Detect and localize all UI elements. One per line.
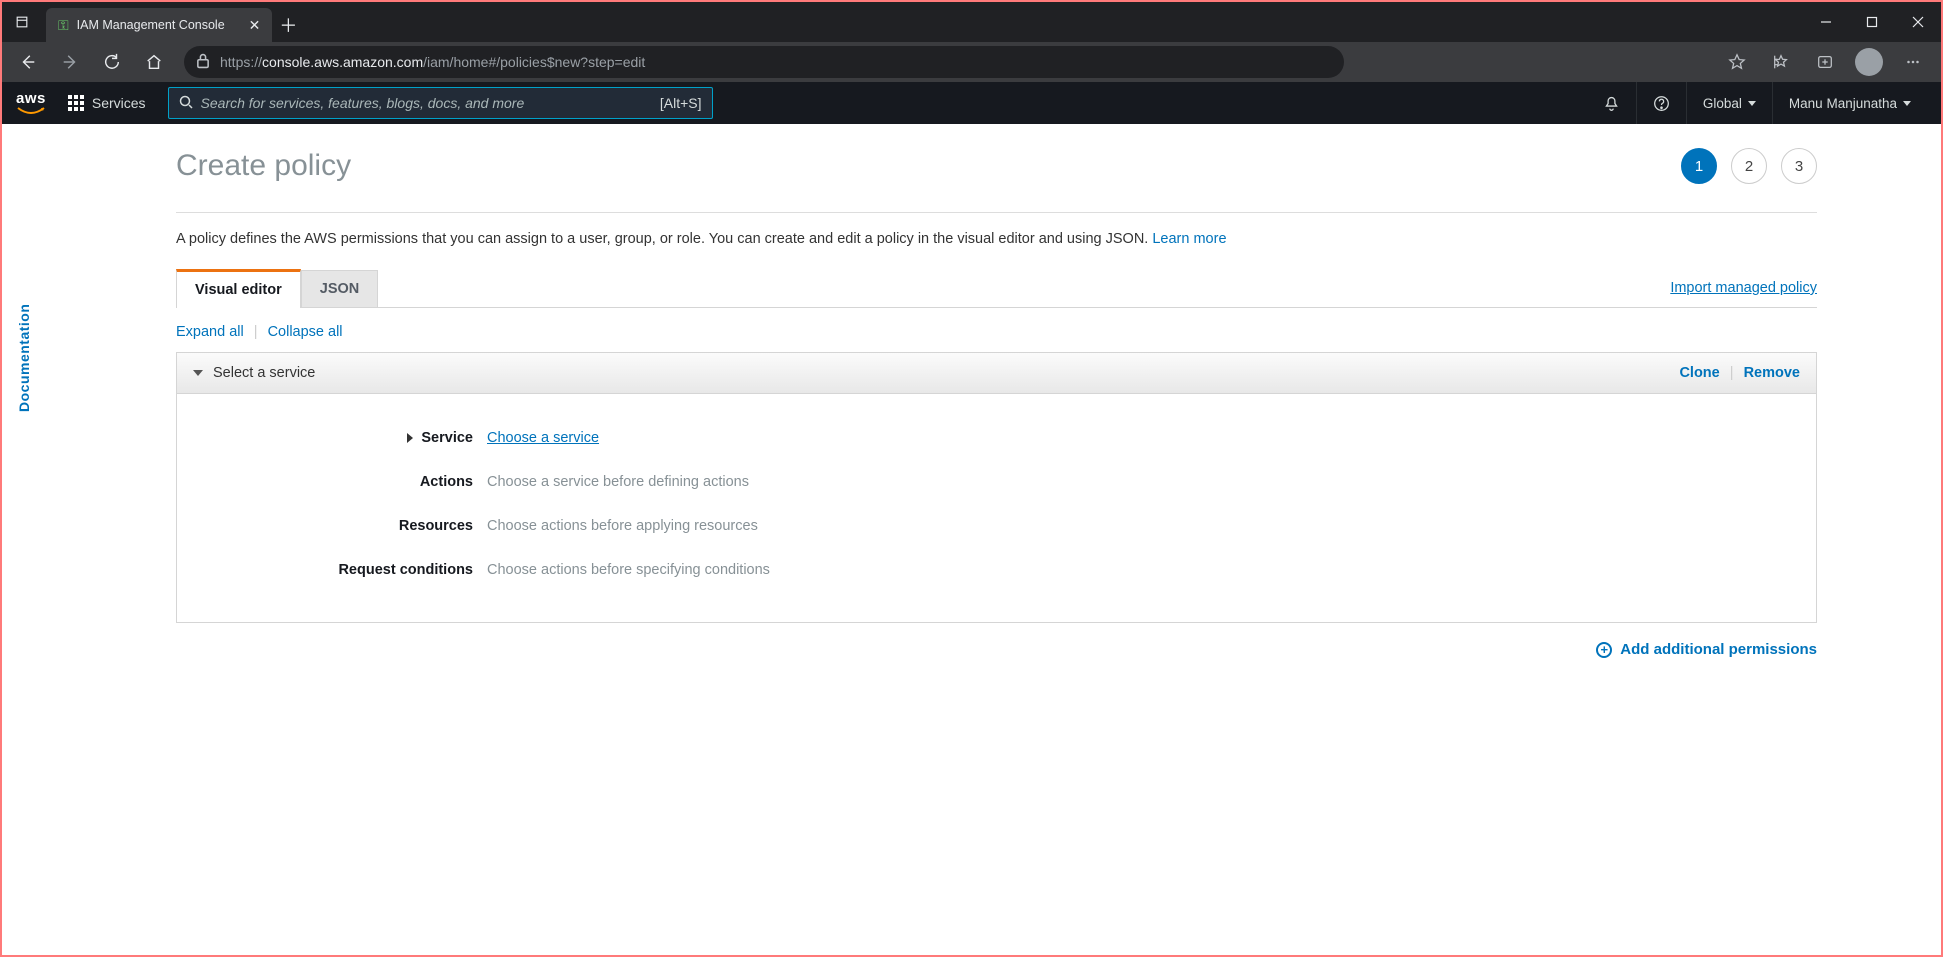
actions-label: Actions: [420, 474, 473, 490]
services-label: Services: [92, 95, 146, 111]
search-placeholder: Search for services, features, blogs, do…: [201, 95, 525, 111]
url-path: /iam/home#/policies$new?step=edit: [423, 54, 645, 70]
window-minimize-button[interactable]: [1803, 2, 1849, 42]
more-button[interactable]: [1893, 46, 1933, 78]
actions-placeholder: Choose a service before defining actions: [487, 474, 749, 490]
tab-close-button[interactable]: ✕: [249, 17, 261, 34]
new-tab-button[interactable]: ＋: [272, 8, 304, 42]
aws-search-input[interactable]: Search for services, features, blogs, do…: [168, 87, 713, 119]
divider: [176, 212, 1817, 213]
url-scheme: https://: [220, 54, 262, 70]
url-host: console.aws.amazon.com: [262, 54, 423, 70]
site-info-icon[interactable]: [194, 52, 212, 73]
favorite-button[interactable]: [1717, 46, 1757, 78]
page-title: Create policy: [176, 149, 351, 183]
avatar-icon: [1855, 48, 1883, 76]
address-bar[interactable]: https://console.aws.amazon.com/iam/home#…: [184, 46, 1344, 78]
nav-forward-button[interactable]: [52, 46, 88, 78]
window-close-button[interactable]: [1895, 2, 1941, 42]
section-header[interactable]: Select a service Clone | Remove: [177, 353, 1816, 394]
collapse-all-link[interactable]: Collapse all: [268, 324, 343, 340]
aws-smile-icon: [17, 106, 45, 116]
help-button[interactable]: [1636, 82, 1686, 124]
remove-link[interactable]: Remove: [1744, 365, 1800, 381]
choose-service-link[interactable]: Choose a service: [487, 430, 599, 446]
aws-logo[interactable]: aws: [16, 91, 46, 116]
step-1[interactable]: 1: [1681, 148, 1717, 184]
bell-icon: [1603, 95, 1620, 112]
step-3[interactable]: 3: [1781, 148, 1817, 184]
notifications-button[interactable]: [1587, 82, 1636, 124]
tab-favicon-icon: ⚿: [58, 17, 69, 34]
resources-placeholder: Choose actions before applying resources: [487, 518, 758, 534]
import-managed-policy-link[interactable]: Import managed policy: [1670, 280, 1817, 296]
resources-label: Resources: [399, 518, 473, 534]
tab-title: IAM Management Console: [77, 18, 225, 32]
tab-visual-editor[interactable]: Visual editor: [176, 269, 301, 308]
favorites-bar-button[interactable]: [1761, 46, 1801, 78]
search-shortcut: [Alt+S]: [660, 95, 702, 111]
conditions-label: Request conditions: [338, 562, 473, 578]
browser-tab[interactable]: ⚿ IAM Management Console ✕: [46, 8, 272, 42]
grid-icon: [68, 95, 84, 111]
tab-json[interactable]: JSON: [301, 270, 379, 307]
search-icon: [179, 95, 193, 112]
account-menu[interactable]: Manu Manjunatha: [1772, 82, 1927, 124]
nav-back-button[interactable]: [10, 46, 46, 78]
help-icon: [1653, 95, 1670, 112]
caret-down-icon: [1748, 101, 1756, 106]
chevron-down-icon: [193, 370, 203, 376]
permissions-section: Select a service Clone | Remove Service …: [176, 352, 1817, 623]
conditions-placeholder: Choose actions before specifying conditi…: [487, 562, 770, 578]
profile-button[interactable]: [1849, 46, 1889, 78]
documentation-tab[interactable]: Documentation: [16, 304, 32, 412]
section-title: Select a service: [213, 365, 315, 381]
nav-home-button[interactable]: [136, 46, 172, 78]
wizard-steps: 1 2 3: [1681, 148, 1817, 184]
chevron-right-icon: [407, 433, 413, 443]
tab-actions-button[interactable]: [2, 2, 42, 42]
caret-down-icon: [1903, 101, 1911, 106]
nav-refresh-button[interactable]: [94, 46, 130, 78]
learn-more-link[interactable]: Learn more: [1152, 231, 1226, 247]
services-button[interactable]: Services: [60, 91, 154, 115]
collections-button[interactable]: [1805, 46, 1845, 78]
window-maximize-button[interactable]: [1849, 2, 1895, 42]
add-additional-permissions-link[interactable]: + Add additional permissions: [1596, 641, 1817, 658]
plus-circle-icon: +: [1596, 642, 1612, 658]
expand-all-link[interactable]: Expand all: [176, 324, 244, 340]
region-selector[interactable]: Global: [1686, 82, 1772, 124]
policy-description: A policy defines the AWS permissions tha…: [176, 231, 1817, 247]
service-label: Service: [421, 430, 473, 446]
clone-link[interactable]: Clone: [1679, 365, 1719, 381]
step-2[interactable]: 2: [1731, 148, 1767, 184]
